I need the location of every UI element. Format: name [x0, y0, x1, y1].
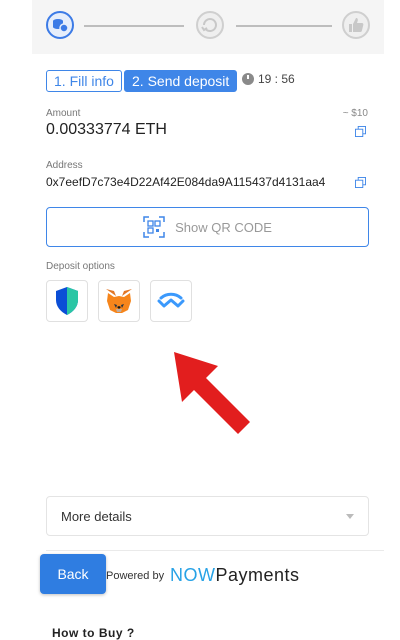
trust-wallet-option[interactable]: [46, 280, 88, 322]
powered-by-label: Powered by: [106, 570, 165, 582]
refresh-icon: [201, 18, 217, 33]
copy-amount-icon[interactable]: [355, 126, 366, 137]
address-value: 0x7eefD7c73e4D22Af42E084da9A115437d4131a…: [46, 175, 326, 189]
more-details-label: More details: [61, 509, 132, 524]
step-connector: [84, 25, 184, 27]
walletconnect-option[interactable]: [150, 280, 192, 322]
brand-payments-text: Payments: [215, 565, 300, 585]
deposit-options-list: [46, 280, 192, 322]
amount-label: Amount: [46, 108, 81, 119]
show-qr-code-button[interactable]: Show QR CODE: [46, 207, 369, 247]
trust-wallet-icon: [56, 287, 78, 315]
divider: [46, 550, 384, 551]
tab-fill-info[interactable]: 1. Fill info: [46, 70, 122, 92]
timer-value: 19 : 56: [258, 72, 295, 86]
progress-stepper: [32, 0, 384, 54]
fiat-estimate: ~ $10: [342, 108, 368, 119]
back-button[interactable]: Back: [40, 554, 106, 594]
countdown-timer: 19 : 56: [242, 72, 295, 86]
nowpayments-logo[interactable]: NOWPayments: [170, 565, 300, 586]
pointer-arrow-icon: [174, 352, 250, 434]
coins-icon: [53, 19, 69, 33]
step-complete-indicator: [342, 11, 370, 39]
more-details-dropdown[interactable]: More details: [46, 496, 369, 536]
step-connector: [236, 25, 332, 27]
chevron-down-icon: [346, 514, 354, 519]
qr-code-icon: [143, 216, 165, 238]
metamask-fox-icon: [106, 289, 132, 313]
address-label: Address: [46, 160, 83, 171]
deposit-options-label: Deposit options: [46, 261, 115, 272]
step-fill-info-indicator: [46, 11, 74, 39]
amount-value: 0.00333774 ETH: [46, 121, 167, 138]
how-to-buy-link[interactable]: How to Buy ?: [52, 626, 135, 640]
walletconnect-icon: [157, 292, 185, 308]
thumbs-up-icon: [349, 18, 364, 32]
brand-now-text: NOW: [170, 565, 216, 585]
clock-icon: [242, 73, 254, 85]
metamask-option[interactable]: [98, 280, 140, 322]
step-deposit-indicator: [196, 11, 224, 39]
show-qr-code-label: Show QR CODE: [175, 219, 272, 235]
tab-send-deposit[interactable]: 2. Send deposit: [124, 70, 238, 92]
copy-address-icon[interactable]: [355, 177, 366, 188]
